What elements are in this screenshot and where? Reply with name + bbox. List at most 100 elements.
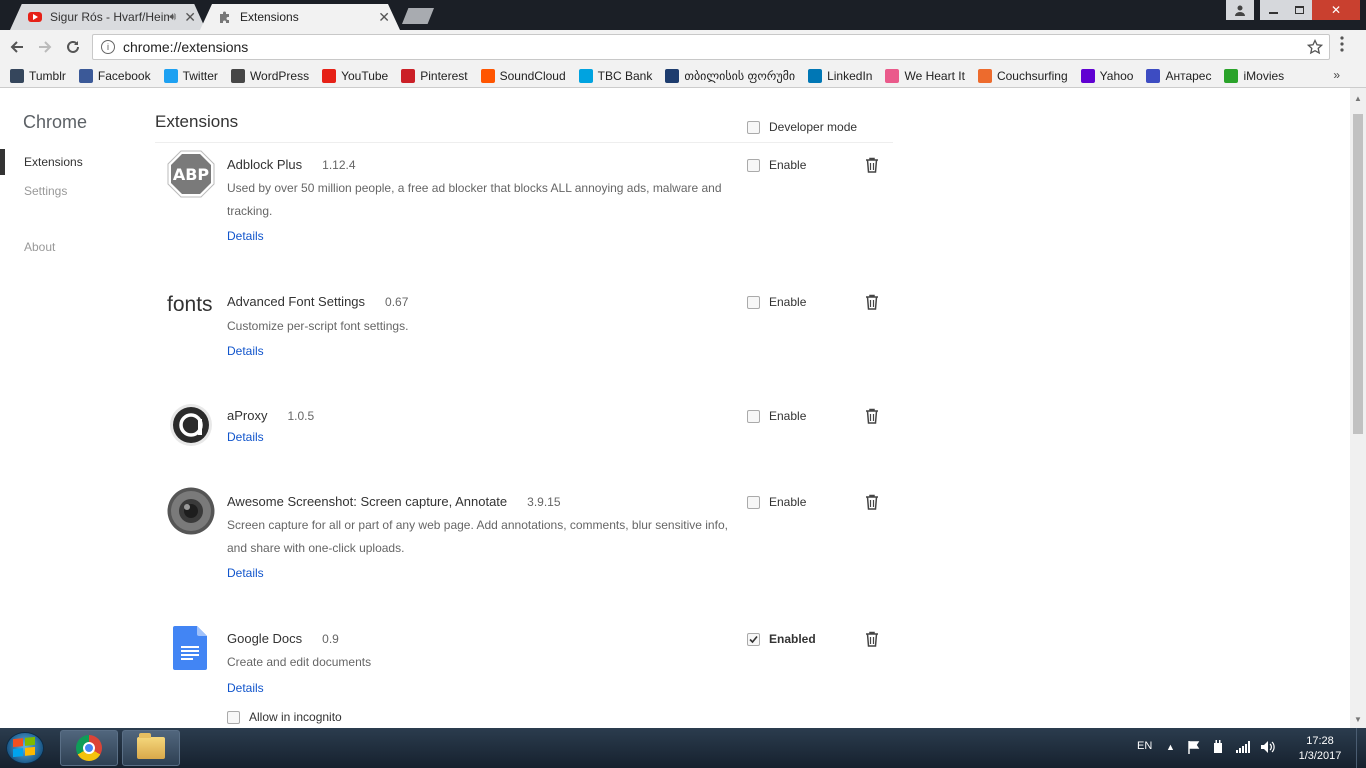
bookmarks-bar: Tumblr Facebook Twitter WordPress YouTube Pin… — [0, 64, 1366, 88]
abp-icon: ABP — [167, 150, 215, 198]
bookmark-item[interactable]: YouTube — [322, 68, 389, 83]
forward-button[interactable] — [34, 36, 56, 58]
bookmark-item[interactable]: Pinterest — [401, 68, 468, 83]
reload-icon — [67, 40, 79, 53]
enable-toggle[interactable]: Enable — [747, 295, 806, 309]
minimize-button[interactable] — [1260, 0, 1286, 20]
enable-toggle[interactable]: Enable — [747, 158, 806, 172]
address-bar[interactable]: i chrome://extensions — [92, 34, 1330, 60]
trash-icon[interactable] — [865, 408, 879, 424]
bookmark-item[interactable]: Facebook — [78, 68, 151, 83]
taskbar-explorer-button[interactable] — [122, 730, 180, 766]
bookmark-item[interactable]: LinkedIn — [808, 68, 872, 83]
developer-mode-toggle[interactable]: Developer mode — [747, 120, 857, 134]
allow-incognito-checkbox[interactable] — [227, 710, 240, 724]
enable-checkbox[interactable] — [747, 295, 760, 309]
show-hidden-icons-icon[interactable]: ▲ — [1166, 742, 1175, 752]
bookmark-label: Couchsurfing — [996, 68, 1068, 83]
extension-version: 0.9 — [322, 632, 339, 646]
sidebar-item-settings[interactable]: Settings — [24, 184, 67, 198]
bookmark-favicon-icon — [1080, 68, 1095, 83]
enable-checkbox[interactable] — [747, 409, 760, 423]
clock-date: 1/3/2017 — [1298, 750, 1342, 762]
enable-toggle[interactable]: Enable — [747, 409, 806, 423]
bookmark-item[interactable]: Tumblr — [10, 68, 66, 83]
maximize-button[interactable] — [1286, 0, 1312, 20]
system-clock[interactable]: 17:28 1/3/2017 — [1290, 734, 1350, 764]
bookmark-item[interactable]: TBC Bank — [578, 68, 652, 83]
enable-label: Enable — [769, 158, 807, 172]
show-desktop-button[interactable] — [1356, 728, 1366, 768]
bookmark-item[interactable]: Couchsurfing — [977, 68, 1068, 83]
taskbar-chrome-button[interactable] — [60, 730, 118, 766]
trash-icon[interactable] — [865, 631, 879, 647]
extension-item-google-docs: Google Docs 0.9 Create and edit documents… — [155, 624, 895, 728]
user-profile-button[interactable] — [1226, 0, 1254, 20]
info-icon[interactable]: i — [101, 40, 115, 54]
extension-name-row: aProxy 1.0.5 — [227, 408, 314, 423]
trash-icon[interactable] — [865, 157, 879, 173]
speaker-icon[interactable]: 🔊︎ — [169, 11, 176, 24]
bookmark-item[interactable]: Twitter — [163, 68, 218, 83]
bookmarks-overflow-button[interactable]: » — [1333, 68, 1340, 82]
power-plug-icon[interactable] — [1212, 740, 1224, 754]
chrome-menu-button[interactable] — [1340, 36, 1344, 52]
action-center-flag-icon[interactable] — [1188, 741, 1200, 754]
extension-name: Awesome Screenshot: Screen capture, Anno… — [227, 494, 508, 509]
extension-details-link[interactable]: Details — [227, 229, 264, 243]
extension-version: 1.12.4 — [322, 158, 356, 172]
scroll-up-arrow-icon[interactable]: ▲ — [1354, 94, 1362, 103]
url-text[interactable]: chrome://extensions — [123, 39, 1307, 55]
sidebar-title: Chrome — [23, 112, 88, 132]
network-signal-icon[interactable] — [1236, 741, 1250, 753]
enabled-checkbox[interactable] — [747, 632, 760, 646]
extension-details-link[interactable]: Details — [227, 566, 264, 580]
folder-icon — [137, 733, 165, 759]
forward-arrow-icon — [39, 41, 52, 53]
bookmark-item[interactable]: We Heart It — [885, 68, 965, 83]
youtube-icon — [28, 12, 42, 22]
extension-version: 1.0.5 — [287, 409, 315, 423]
enable-toggle[interactable]: Enabled — [747, 632, 816, 646]
extension-details-link[interactable]: Details — [227, 681, 264, 695]
trash-icon[interactable] — [865, 494, 879, 510]
kebab-menu-icon — [1340, 36, 1344, 52]
enable-checkbox[interactable] — [747, 158, 760, 172]
bookmark-item[interactable]: Антарес — [1146, 68, 1211, 83]
page-scrollbar[interactable]: ▲ ▼ — [1350, 88, 1366, 728]
extension-name: Google Docs — [227, 631, 303, 646]
bookmark-label: Facebook — [97, 68, 151, 83]
bookmark-item[interactable]: Yahoo — [1080, 68, 1133, 83]
tab-extensions[interactable]: Extensions ✕ — [200, 4, 400, 30]
close-tab-icon[interactable]: ✕ — [184, 9, 196, 26]
developer-mode-checkbox[interactable] — [747, 120, 760, 134]
back-button[interactable] — [6, 36, 28, 58]
windows-taskbar: EN ▲ 17:28 1/3/2017 — [0, 728, 1366, 768]
extension-details-link[interactable]: Details — [227, 344, 264, 358]
sidebar-item-about[interactable]: About — [24, 240, 55, 254]
bookmark-star-icon[interactable] — [1307, 39, 1323, 55]
close-window-button[interactable]: ✕ — [1312, 0, 1360, 20]
extension-details-link[interactable]: Details — [227, 430, 264, 444]
bookmark-favicon-icon — [322, 68, 337, 83]
language-indicator[interactable]: EN — [1137, 740, 1152, 752]
bookmark-item[interactable]: თბილისის ფორუმი — [665, 68, 795, 83]
volume-icon[interactable] — [1261, 741, 1275, 753]
bookmark-item[interactable]: WordPress — [230, 68, 309, 83]
allow-incognito-toggle[interactable]: Allow in incognito — [227, 710, 342, 724]
sidebar-item-extensions[interactable]: Extensions — [24, 155, 83, 169]
trash-icon[interactable] — [865, 294, 879, 310]
extension-description: Customize per-script font settings. — [227, 319, 409, 333]
enable-toggle[interactable]: Enable — [747, 495, 806, 509]
reload-button[interactable] — [62, 36, 84, 58]
new-tab-button[interactable] — [402, 8, 434, 24]
bookmark-item[interactable]: iMovies — [1224, 68, 1284, 83]
enable-checkbox[interactable] — [747, 495, 760, 509]
bookmark-item[interactable]: SoundCloud — [480, 68, 566, 83]
scroll-down-arrow-icon[interactable]: ▼ — [1354, 715, 1362, 724]
close-tab-icon[interactable]: ✕ — [378, 9, 390, 26]
tab-sigur-ros[interactable]: Sigur Rós - Hvarf/Heim 🔊︎ ✕ — [10, 4, 206, 30]
developer-mode-label: Developer mode — [769, 120, 858, 134]
bookmark-label: YouTube — [341, 68, 389, 83]
scroll-thumb[interactable] — [1353, 114, 1363, 434]
